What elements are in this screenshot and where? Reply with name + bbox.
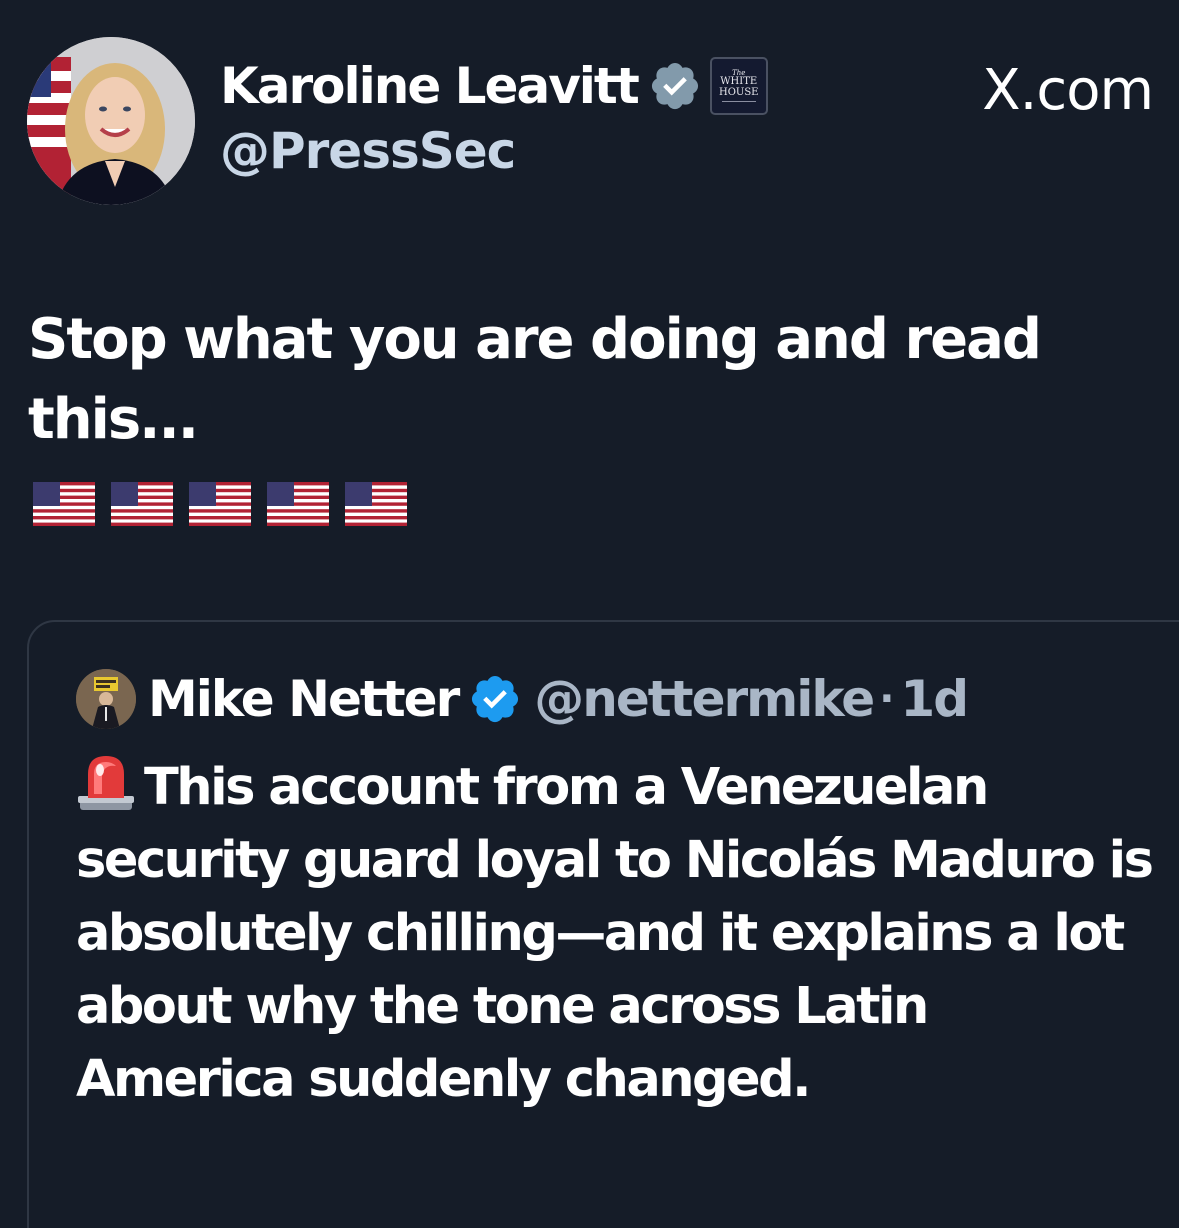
quoted-author-name[interactable]: Mike Netter (148, 670, 460, 728)
time-separator: · (879, 676, 895, 722)
quoted-post-text: This account from a Venezuelan security … (76, 758, 1154, 1109)
white-house-badge-icon[interactable]: The WHITE HOUSE (709, 57, 768, 115)
quoted-avatar-image (76, 669, 136, 729)
us-flag-icon (267, 482, 329, 526)
author-avatar[interactable] (27, 37, 195, 205)
us-flag-icon (33, 482, 95, 526)
us-flag-icon (345, 482, 407, 526)
quoted-post-time[interactable]: 1d (900, 670, 969, 728)
verified-gray-icon[interactable] (648, 59, 702, 113)
emoji-row (33, 482, 407, 526)
quoted-post-header: Mike Netter @nettermike · 1d (76, 664, 969, 734)
badge-text-line2: HOUSE (718, 86, 759, 98)
author-handle[interactable]: @PressSec (220, 122, 516, 180)
avatar-portrait (27, 37, 195, 205)
quoted-author-handle[interactable]: @nettermike (534, 670, 875, 728)
badge-divider (721, 101, 756, 103)
author-name[interactable]: Karoline Leavitt (220, 57, 640, 115)
author-name-row: Karoline Leavitt The WHITE HOUSE (220, 54, 768, 118)
us-flag-icon (189, 482, 251, 526)
quoted-author-avatar[interactable] (76, 669, 136, 729)
quoted-post-body: This account from a Venezuelan security … (76, 750, 1156, 1116)
brand-label: X.com (982, 58, 1154, 123)
siren-icon (78, 756, 134, 810)
us-flag-icon (111, 482, 173, 526)
post-text: Stop what you are doing and read this... (28, 307, 1042, 452)
verified-blue-icon[interactable] (468, 672, 522, 726)
